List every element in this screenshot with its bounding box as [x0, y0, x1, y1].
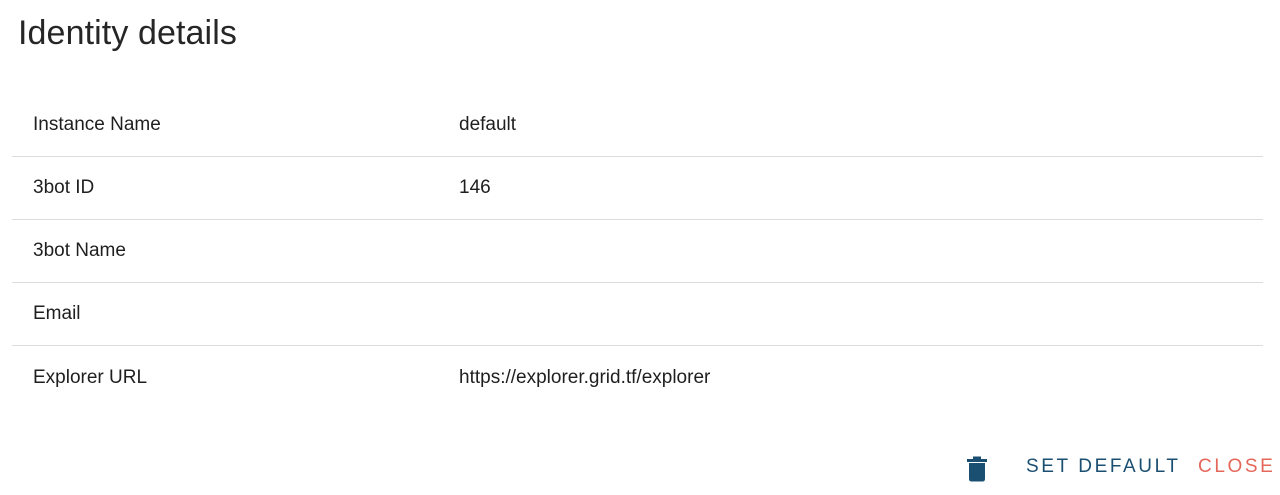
detail-value: https://explorer.grid.tf/explorer — [459, 366, 711, 388]
trash-icon — [967, 456, 987, 482]
set-default-button[interactable]: SET DEFAULT — [1026, 456, 1181, 478]
detail-row-3bot-id: 3bot ID 146 — [12, 157, 1263, 220]
dialog-title: Identity details — [18, 14, 237, 52]
detail-value: 146 — [459, 177, 491, 198]
details-table: Instance Name default 3bot ID 146 3bot N… — [12, 94, 1263, 409]
identity-details-dialog: Identity details Instance Name default 3… — [0, 0, 1280, 495]
detail-row-3bot-name: 3bot Name — [12, 220, 1263, 283]
detail-label: 3bot Name — [33, 240, 126, 261]
detail-row-email: Email — [12, 283, 1263, 346]
dialog-actions: SET DEFAULT CLOSE — [0, 448, 1280, 488]
detail-label: 3bot ID — [33, 177, 95, 198]
detail-label: Instance Name — [33, 114, 161, 135]
detail-label: Explorer URL — [33, 366, 148, 388]
detail-row-explorer-url: Explorer URL https://explorer.grid.tf/ex… — [12, 346, 1263, 409]
detail-value: default — [459, 114, 517, 135]
detail-label: Email — [33, 303, 81, 324]
delete-button[interactable] — [960, 452, 994, 486]
detail-row-instance-name: Instance Name default — [12, 94, 1263, 157]
close-button[interactable]: CLOSE — [1198, 456, 1275, 478]
